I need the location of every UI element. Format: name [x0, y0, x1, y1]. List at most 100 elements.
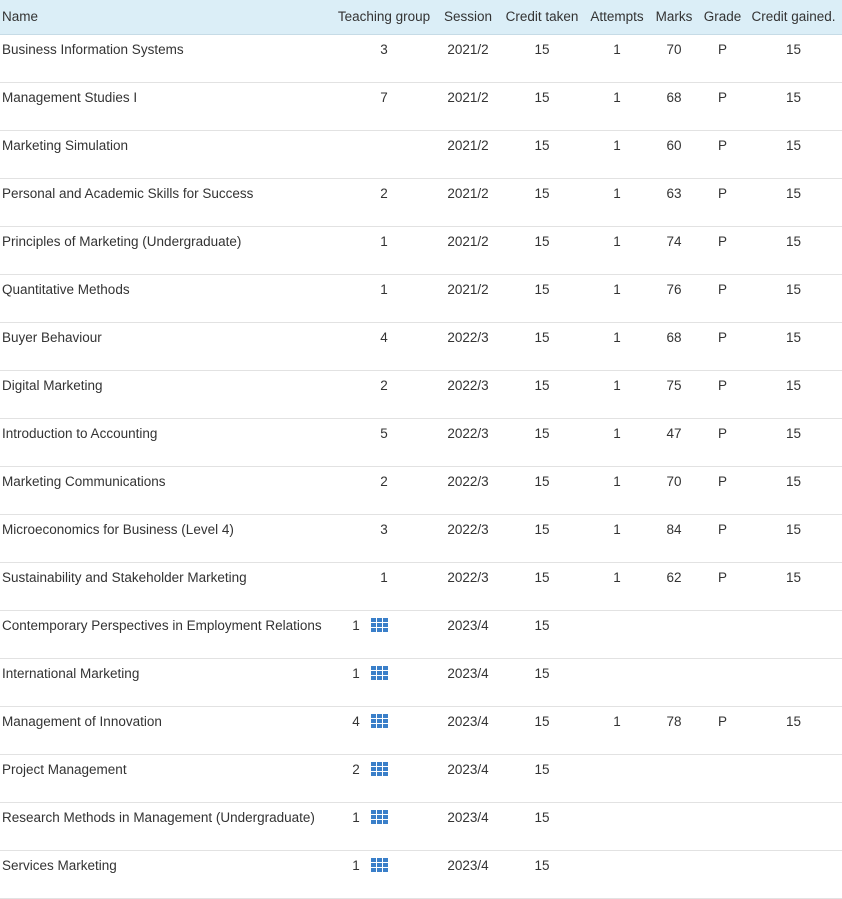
teaching-group-value: 2 — [380, 185, 388, 201]
credit-taken-cell: 15 — [534, 473, 550, 489]
teaching-group-cell: 1 — [330, 562, 438, 610]
credit-taken-cell: 15 — [534, 41, 550, 57]
column-header-credit-gained[interactable]: Credit gained. — [745, 0, 842, 35]
grid-icon-cell — [370, 815, 376, 819]
attempts-cell: 1 — [613, 233, 621, 249]
grid-icon-cell — [376, 810, 382, 814]
table-row: Personal and Academic Skills for Success… — [0, 178, 842, 226]
teaching-group-value: 3 — [380, 521, 388, 537]
session-cell: 2022/3 — [447, 473, 489, 489]
column-header-credit-taken[interactable]: Credit taken — [498, 0, 586, 35]
marks-cell — [648, 610, 700, 658]
credit-taken-cell: 15 — [534, 617, 550, 633]
grid-icon-cell — [382, 719, 388, 723]
table-row: Project Management 2 2023/4 15 — [0, 754, 842, 802]
module-name-cell: Introduction to Accounting — [2, 425, 158, 441]
teaching-group-value: 5 — [380, 425, 388, 441]
table-header: Name Teaching group Session Credit taken… — [0, 0, 842, 35]
teaching-group-cell: 1 — [330, 226, 438, 274]
grid-icon[interactable] — [370, 810, 388, 824]
module-name-cell: Principles of Marketing (Undergraduate) — [2, 233, 242, 249]
session-cell: 2023/4 — [447, 761, 489, 777]
session-cell: 2021/2 — [447, 89, 489, 105]
grade-cell — [700, 802, 745, 850]
marks-cell: 68 — [666, 89, 682, 105]
session-cell: 2021/2 — [447, 281, 489, 297]
session-cell: 2023/4 — [447, 665, 489, 681]
attempts-cell: 1 — [613, 41, 621, 57]
teaching-group-value: 4 — [352, 713, 360, 729]
column-header-attempts[interactable]: Attempts — [586, 0, 648, 35]
teaching-group-value: 2 — [352, 761, 360, 777]
session-cell: 2022/3 — [447, 425, 489, 441]
module-name-cell: Microeconomics for Business (Level 4) — [2, 521, 234, 537]
grid-icon-cell — [382, 618, 388, 622]
grid-icon[interactable] — [370, 666, 388, 680]
grid-icon-cell — [370, 618, 376, 622]
attempts-cell: 1 — [613, 89, 621, 105]
grid-icon[interactable] — [370, 714, 388, 728]
grid-icon[interactable] — [370, 858, 388, 872]
attempts-cell: 1 — [613, 137, 621, 153]
teaching-group-cell: 2 — [330, 178, 438, 226]
credit-taken-cell: 15 — [534, 521, 550, 537]
column-header-session[interactable]: Session — [438, 0, 498, 35]
credit-taken-cell: 15 — [534, 809, 550, 825]
grid-icon-cell — [376, 815, 382, 819]
column-header-grade[interactable]: Grade — [700, 0, 745, 35]
table-body: Business Information Systems 3 2021/2 15… — [0, 34, 842, 898]
module-name-cell: Marketing Simulation — [2, 137, 129, 153]
module-name-cell: Personal and Academic Skills for Success — [2, 185, 254, 201]
column-header-teaching-group[interactable]: Teaching group — [330, 0, 438, 35]
teaching-group-cell: 1 — [330, 274, 438, 322]
teaching-group-cell: 7 — [330, 82, 438, 130]
column-header-name[interactable]: Name — [0, 0, 330, 35]
table-row: Marketing Communications 2 2022/3 15 1 7… — [0, 466, 842, 514]
attempts-cell: 1 — [613, 377, 621, 393]
credit-gained-cell: 15 — [785, 89, 802, 105]
module-name-cell: Management Studies I — [2, 89, 138, 105]
grade-cell: P — [717, 89, 727, 105]
marks-cell: 70 — [666, 473, 682, 489]
grid-icon[interactable] — [370, 762, 388, 776]
table-row: Management Studies I 7 2021/2 15 1 68 P … — [0, 82, 842, 130]
credit-taken-cell: 15 — [534, 233, 550, 249]
grid-icon-cell — [376, 666, 382, 670]
teaching-group-cell: 3 — [330, 34, 438, 82]
grid-icon-cell — [382, 820, 388, 824]
grid-icon-cell — [382, 815, 388, 819]
module-name-cell: Research Methods in Management (Undergra… — [2, 809, 315, 825]
grid-icon[interactable] — [370, 618, 388, 632]
credit-taken-cell: 15 — [534, 761, 550, 777]
grid-icon-cell — [370, 628, 376, 632]
teaching-group-cell: 5 — [330, 418, 438, 466]
marks-cell: 74 — [666, 233, 682, 249]
grid-icon-cell — [382, 724, 388, 728]
attempts-cell: 1 — [613, 329, 621, 345]
grid-icon-cell — [370, 671, 376, 675]
session-cell: 2023/4 — [447, 809, 489, 825]
credit-taken-cell: 15 — [534, 665, 550, 681]
credit-taken-cell: 15 — [534, 569, 550, 585]
grid-icon-cell — [376, 863, 382, 867]
table-row: Management of Innovation 4 2023/4 15 1 7… — [0, 706, 842, 754]
module-name-cell: Buyer Behaviour — [2, 329, 102, 345]
module-name-cell: Sustainability and Stakeholder Marketing — [2, 569, 247, 585]
teaching-group-value: 1 — [352, 857, 360, 873]
credit-taken-cell: 15 — [534, 329, 550, 345]
grid-icon-cell — [370, 719, 376, 723]
grade-cell: P — [717, 713, 727, 729]
module-name-cell: Business Information Systems — [2, 41, 184, 57]
credit-gained-cell: 15 — [785, 329, 802, 345]
grade-cell — [700, 610, 745, 658]
grid-icon-cell — [370, 714, 376, 718]
credit-gained-cell — [745, 658, 842, 706]
module-name-cell: Project Management — [2, 761, 127, 777]
grid-icon-cell — [376, 676, 382, 680]
grid-icon-cell — [376, 724, 382, 728]
grid-icon-cell — [382, 868, 388, 872]
column-header-marks[interactable]: Marks — [648, 0, 700, 35]
grid-icon-cell — [376, 858, 382, 862]
teaching-group-cell: 2 — [330, 370, 438, 418]
grid-icon-cell — [370, 767, 376, 771]
